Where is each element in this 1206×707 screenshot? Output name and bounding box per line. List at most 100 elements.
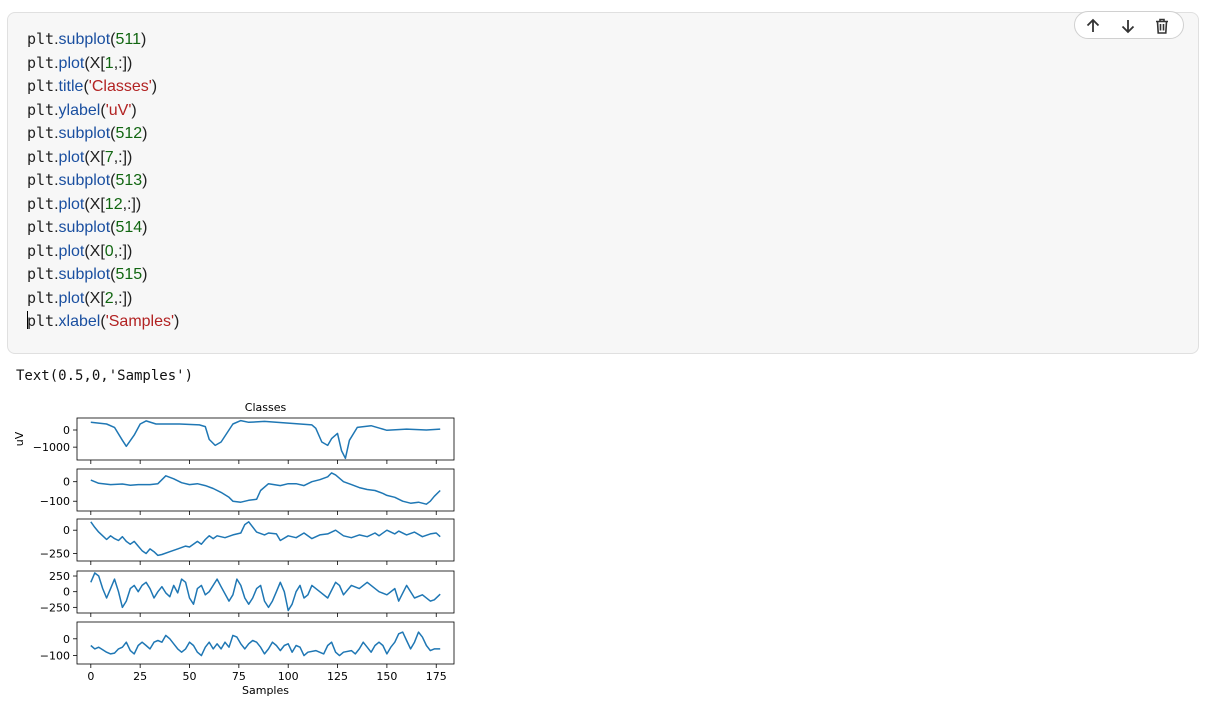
code-token: plot (58, 195, 85, 213)
x-tick-label: 25 (133, 670, 147, 683)
arrow-down-icon (1121, 20, 1135, 34)
code-token: plt (27, 194, 55, 213)
x-tick-label: 150 (376, 670, 397, 683)
panel-frame (76, 518, 455, 562)
y-tick-label: −100 (40, 650, 70, 663)
code-token: plt (27, 312, 55, 330)
code-token: ) (142, 266, 148, 283)
code-token: 12 (104, 195, 123, 213)
code-token: plt (27, 218, 55, 236)
code-token: 'Samples' (105, 313, 175, 330)
code-token: subplot (58, 172, 111, 189)
trash-icon (1156, 18, 1168, 34)
x-tick-label: 50 (183, 670, 197, 683)
code-token: 513 (115, 172, 143, 189)
code-line: plt.subplot(513) (27, 169, 179, 193)
line-chart: Classes0−10000−1000−2502500−2500−1000 25 5… (13, 401, 455, 697)
code-token: ) (140, 31, 147, 48)
y-axis-label: uV (13, 431, 26, 446)
code-token: plt (27, 147, 55, 166)
code-token: plot (58, 54, 85, 72)
code-token: 2 (104, 289, 114, 307)
code-token: 'Classes' (88, 78, 152, 95)
arrow-up-icon (1086, 18, 1100, 32)
y-tick-label: −100 (40, 495, 70, 508)
code-token: 1 (104, 54, 114, 72)
code-token: title (58, 78, 84, 95)
code-token: subplot (58, 266, 111, 283)
code-token: plot (58, 148, 85, 166)
move-down-button[interactable] (1117, 15, 1139, 37)
code-line: plt.xlabel('Samples') (27, 310, 179, 334)
y-tick-label: 0 (63, 633, 70, 646)
panel-frame (76, 468, 455, 512)
y-tick-label: 0 (63, 524, 70, 537)
code-token: ,:]) (113, 289, 133, 307)
code-token: (X[ (84, 242, 105, 260)
y-tick-label: 0 (63, 424, 70, 437)
code-token: (X[ (84, 195, 105, 213)
code-token: plt (27, 77, 55, 95)
cell-output-text: Text(0.5,0,'Samples') (16, 368, 194, 384)
code-editor[interactable]: plt.subplot(511) plt.plot(X[1,:]) plt.titl… (27, 28, 179, 334)
code-token: xlabel (58, 313, 101, 330)
code-token: (X[ (84, 148, 105, 166)
code-token: 514 (115, 219, 143, 236)
panel-frame (76, 570, 455, 614)
code-cell[interactable]: plt.subplot(511) plt.plot(X[1,:]) plt.titl… (7, 11, 1199, 354)
delete-cell-button[interactable] (1151, 15, 1173, 37)
code-token: ylabel (58, 101, 101, 119)
cell-toolbar (1074, 11, 1184, 39)
code-token: subplot (58, 31, 111, 48)
code-token: subplot (58, 219, 111, 236)
code-token: plt (27, 100, 55, 119)
code-token: plt (27, 288, 55, 307)
code-token: 511 (115, 31, 141, 48)
code-token: ,:]) (122, 195, 142, 213)
code-line: plt.plot(X[1,:]) (27, 52, 179, 76)
code-token: plot (58, 242, 85, 260)
move-up-button[interactable] (1082, 15, 1104, 37)
code-token: 'uV' (105, 101, 132, 119)
code-token: ,:]) (113, 148, 133, 166)
code-token: ,:]) (113, 54, 133, 72)
x-tick-label: 0 (87, 670, 94, 683)
code-token: (X[ (84, 289, 105, 307)
code-line: plt.subplot(511) (27, 28, 179, 52)
code-line: plt.subplot(512) (27, 122, 179, 146)
code-token: ) (142, 125, 148, 142)
code-token: plt (27, 30, 55, 48)
code-token: ,:]) (113, 242, 133, 260)
code-token: ) (151, 78, 158, 95)
x-tick-label: 175 (426, 670, 447, 683)
panel-frame (76, 621, 455, 665)
code-line: plt.title('Classes') (27, 75, 179, 99)
chart-title: Classes (245, 401, 287, 414)
code-token: ) (142, 219, 148, 236)
code-token: ) (131, 101, 137, 119)
code-token: plt (27, 124, 55, 142)
code-line: plt.plot(X[0,:]) (27, 240, 179, 264)
code-token: 7 (104, 148, 114, 166)
y-tick-label: −250 (40, 601, 70, 614)
code-token: 0 (104, 242, 114, 260)
y-tick-label: 250 (49, 570, 70, 583)
code-token: ) (174, 313, 180, 330)
y-tick-label: 0 (63, 586, 70, 599)
y-tick-label: −1000 (33, 441, 70, 454)
code-token: plot (58, 289, 85, 307)
code-token: plt (27, 53, 55, 72)
code-line: plt.plot(X[2,:]) (27, 287, 179, 311)
x-tick-label: 100 (278, 670, 299, 683)
code-token: plt (27, 265, 55, 283)
code-token: plt (27, 241, 55, 260)
code-token: subplot (58, 125, 111, 142)
x-tick-label: 75 (232, 670, 246, 683)
code-line: plt.plot(X[12,:]) (27, 193, 179, 217)
code-line: plt.ylabel('uV') (27, 99, 179, 123)
code-token: ) (142, 172, 148, 189)
x-tick-label: 125 (327, 670, 348, 683)
code-token: 515 (115, 266, 143, 283)
code-token: plt (27, 171, 55, 189)
y-tick-label: −250 (40, 548, 70, 561)
